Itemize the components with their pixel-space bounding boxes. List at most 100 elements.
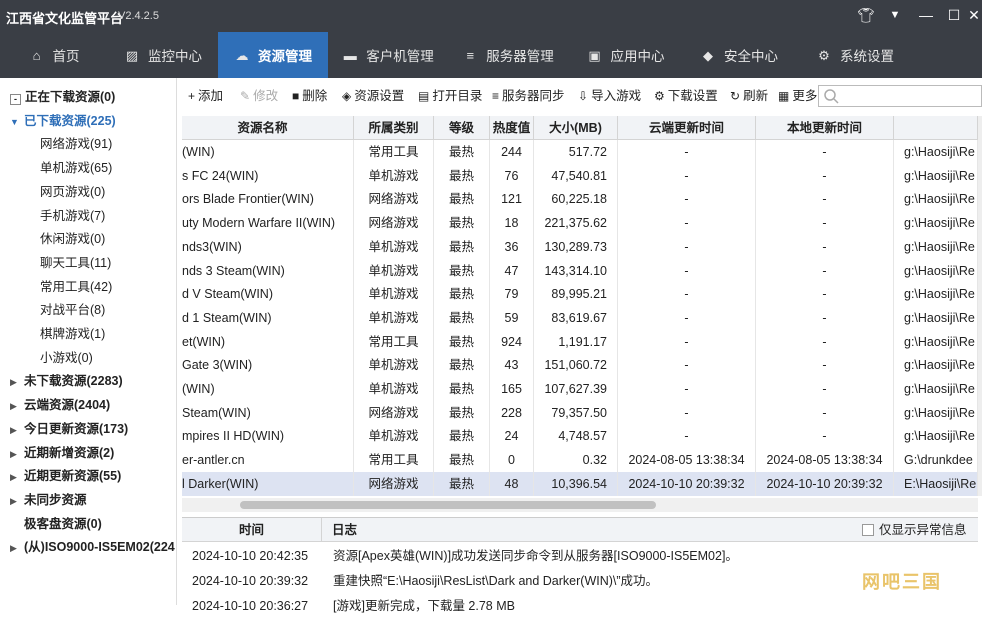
table-row[interactable]: d 1 Steam(WIN) 单机游戏 最热 59 83,619.67- - g:\Haos… [182,305,978,330]
sidebar-item[interactable]: - 正在下载资源(0) [10,86,115,108]
table-row[interactable]: Gate 3(WIN) 单机游戏 最热 43 151,060.72- - g:\Haosij… [182,353,978,378]
toolbar-button-0[interactable]: + 添加 [188,84,223,108]
toolbar-button-3[interactable]: ◈ 资源设置 [342,84,404,108]
table-cell: 最热 [434,377,490,401]
column-header[interactable] [894,116,978,140]
table-cell: 最热 [434,211,490,236]
toolbar-button-4[interactable]: ▤ 打开目录 [418,84,482,108]
toolbar-button-9[interactable]: ▦ 更多 [778,84,817,108]
toolbar-button-7[interactable]: ⚙ 下载设置 [654,84,718,108]
sidebar-subitem[interactable]: 网页游戏(0) [40,181,105,203]
search-input[interactable] [818,85,982,107]
nav-tab-5[interactable]: ▣ 应用中心 [568,32,683,78]
log-header-message-label: 日志 [332,523,358,537]
column-header[interactable]: 热度值 [490,116,534,140]
horizontal-scrollbar[interactable] [182,498,978,512]
column-header[interactable]: 云端更新时间 [618,116,756,140]
table-row[interactable]: s FC 24(WIN) 单机游戏 最热 76 47,540.81- - g:\Haosij… [182,163,978,188]
nav-tab-7[interactable]: ⚙ 系统设置 [795,32,915,78]
nav-tab-4[interactable]: ≡ 服务器管理 [448,32,568,78]
table-cell: 单机游戏 [354,258,434,283]
column-header[interactable]: 大小(MB) [534,116,618,140]
table-row[interactable]: Steam(WIN) 网络游戏 最热 228 79,357.50- - g:\Haosiji… [182,400,978,425]
sidebar-label: 对战平台(8) [40,303,106,318]
sidebar-item[interactable]: ▼ 已下载资源(225) [10,110,116,132]
skin-icon[interactable]: 👕︎ [856,7,876,24]
sidebar-label: 网页游戏(0) [40,184,106,199]
nav-tab-label: 首页 [52,49,80,64]
close-icon[interactable]: ✕ [964,7,982,24]
scrollbar-thumb[interactable] [240,501,656,509]
sidebar-item[interactable]: ▶ (从)ISO9000-IS5EM02(224 [10,536,175,558]
nav-tab-1[interactable]: ▨ 监控中心 [108,32,218,78]
table-cell: 最热 [434,329,490,354]
column-header[interactable]: 资源名称 [182,116,354,140]
nav-tab-3[interactable]: ▬ 客户机管理 [328,32,448,78]
maximize-icon[interactable]: ☐ [944,7,964,24]
table-cell: - [756,329,894,354]
edit-icon: ✎ [240,89,251,103]
table-cell: 76 [490,163,534,188]
table-row[interactable]: nds 3 Steam(WIN) 单机游戏 最热 47 143,314.10- - g:\H… [182,258,978,283]
sidebar-item[interactable]: ▶ 今日更新资源(173) [10,418,128,440]
sidebar-item[interactable]: ▶ 未下载资源(2283) [10,370,123,392]
sidebar-subitem[interactable]: 小游戏(0) [40,347,93,369]
sidebar-item[interactable]: ▶ 未同步资源 [10,489,87,511]
table-cell: 常用工具 [354,329,434,354]
sidebar-label: 棋牌游戏(1) [40,327,106,341]
nav-tab-6[interactable]: ◆ 安全中心 [683,32,795,78]
only-abnormal-checkbox[interactable]: 仅显示异常信息 [862,518,967,542]
sidebar-item[interactable]: ▶ 云端资源(2404) [10,394,110,416]
table-cell: - [618,400,756,425]
table-cell: 最热 [434,424,490,449]
sidebar-subitem[interactable]: 对战平台(8) [40,299,105,321]
table-cell: 43 [490,353,534,378]
vertical-scrollbar[interactable] [978,116,982,496]
collapse-arrow-icon[interactable]: ▶ [10,419,24,441]
sidebar-subitem[interactable]: 网络游戏(91) [40,133,112,155]
toolbar-button-5[interactable]: ≡ 服务器同步 [492,84,565,108]
table-row[interactable]: er-antler.cn 常用工具 最热 0 0.32 2024-08-05 13:38:… [182,448,978,473]
toolbar-button-2[interactable]: ■ 删除 [292,84,327,108]
table-cell: 网络游戏 [354,187,434,212]
nav-tab-0[interactable]: ⌂ 首页 [0,32,108,78]
table-cell: 单机游戏 [354,282,434,307]
column-header[interactable]: 本地更新时间 [756,116,894,140]
collapse-arrow-icon[interactable]: ▶ [10,466,24,488]
column-header[interactable]: 等级 [434,116,490,140]
table-row[interactable]: l Darker(WIN) 网络游戏 最热 48 10,396.54 2024-10-10… [182,471,978,496]
dropdown-menu-icon[interactable]: ▼ [885,9,905,21]
toolbar-button-8[interactable]: ↻ 刷新 [730,84,768,108]
collapse-arrow-icon[interactable]: ▶ [10,537,24,559]
sidebar-subitem[interactable]: 手机游戏(7) [40,205,105,227]
sidebar-subitem[interactable]: 棋牌游戏(1) [40,323,105,345]
toolbar-button-6[interactable]: ⇩ 导入游戏 [578,84,641,108]
table-row[interactable]: et(WIN) 常用工具 最热 924 1,191.17- - g:\Haosiji\Re [182,329,978,354]
sidebar-subitem[interactable]: 休闲游戏(0) [40,228,105,250]
sidebar-subitem[interactable]: 单机游戏(65) [40,157,112,179]
collapse-arrow-icon[interactable]: ▶ [10,490,24,512]
sidebar-subitem[interactable]: 聊天工具(11) [40,252,111,274]
table-row[interactable]: d V Steam(WIN) 单机游戏 最热 79 89,995.21- - g:\Haos… [182,282,978,307]
table-row[interactable]: nds3(WIN) 单机游戏 最热 36 130,289.73- - g:\Haosiji\… [182,234,978,259]
collapse-arrow-icon[interactable]: ▶ [10,395,24,417]
sidebar-item[interactable]: ▶ 近期更新资源(55) [10,465,121,487]
sidebar-item[interactable]: 极客盘资源(0) [10,513,102,535]
table-row[interactable]: uty Modern Warfare II(WIN) 网络游戏 最热 18 221,37… [182,211,978,236]
sidebar-label: 未下载资源(2283) [24,374,123,389]
sidebar-subitem[interactable]: 常用工具(42) [40,276,112,298]
sidebar-item[interactable]: ▶ 近期新增资源(2) [10,442,114,464]
table-row[interactable]: ors Blade Frontier(WIN) 网络游戏 最热 121 60,225.1… [182,187,978,212]
table-row[interactable]: (WIN) 单机游戏 最热 165 107,627.39- - g:\Haosiji\Re [182,377,978,401]
table-row[interactable]: (WIN) 常用工具 最热 244 517.72- - g:\Haosiji\Re [182,140,978,164]
collapse-arrow-icon[interactable]: ▶ [10,443,24,465]
table-row[interactable]: mpires II HD(WIN) 单机游戏 最热 24 4,748.57- - g:\Ha… [182,424,978,449]
log-message: 资源[Apex英雄(WIN)]成功发送同步命令到从服务器[ISO9000-IS5… [333,549,738,563]
minimize-icon[interactable]: — [916,7,936,23]
table-cell: nds3(WIN) [182,234,354,259]
collapse-arrow-icon[interactable]: ▶ [10,371,24,393]
collapse-toggle-icon[interactable]: - [10,94,21,105]
expand-arrow-icon[interactable]: ▼ [10,111,24,133]
nav-tab-2[interactable]: ☁ 资源管理 [218,32,328,78]
column-header[interactable]: 所属类别 [354,116,434,140]
